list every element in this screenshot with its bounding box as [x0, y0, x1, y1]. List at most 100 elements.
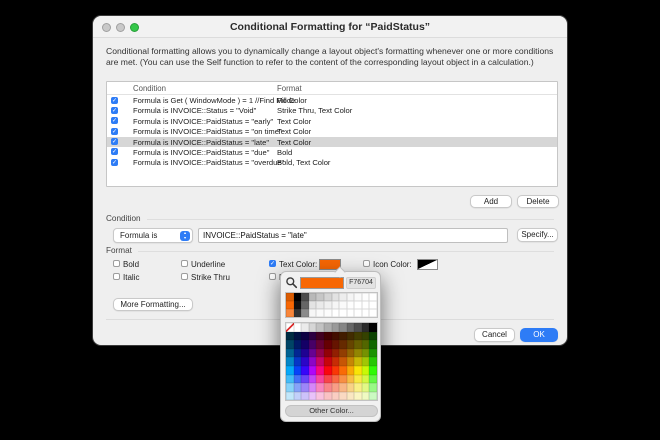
palette-color-cell[interactable]: [293, 293, 302, 301]
condition-row[interactable]: Formula is INVOICE::PaidStatus = "late" T…: [107, 136, 557, 147]
conditions-list[interactable]: Condition Format Formula is Get ( Window…: [106, 81, 558, 187]
palette-color-cell[interactable]: [286, 293, 294, 301]
palette-color-cell[interactable]: [346, 293, 355, 301]
palette-color-cell[interactable]: [369, 340, 377, 349]
checkbox-icon[interactable]: [363, 260, 370, 267]
palette-color-cell[interactable]: [323, 383, 332, 392]
condition-row[interactable]: Formula is INVOICE::PaidStatus = "due" Bo…: [107, 147, 557, 157]
palette-color-cell[interactable]: [331, 374, 340, 384]
palette-none-cell[interactable]: [286, 323, 294, 332]
palette-color-cell[interactable]: [323, 323, 332, 332]
palette-color-cell[interactable]: [301, 323, 309, 332]
palette-color-cell[interactable]: [331, 365, 340, 375]
palette-color-cell[interactable]: [339, 365, 347, 375]
palette-color-cell[interactable]: [323, 348, 332, 358]
palette-color-cell[interactable]: [293, 340, 302, 349]
palette-color-cell[interactable]: [286, 348, 294, 358]
palette-color-cell[interactable]: [369, 301, 377, 309]
palette-color-cell[interactable]: [293, 348, 302, 358]
palette-color-cell[interactable]: [316, 365, 324, 375]
palette-color-cell[interactable]: [308, 309, 317, 317]
condition-row[interactable]: Formula is Get ( WindowMode ) = 1 //Find…: [107, 95, 557, 105]
palette-color-cell[interactable]: [346, 374, 355, 384]
palette-color-cell[interactable]: [361, 383, 370, 392]
palette-color-cell[interactable]: [339, 391, 347, 401]
palette-color-cell[interactable]: [369, 357, 377, 366]
more-formatting-button[interactable]: More Formatting...: [113, 298, 193, 311]
palette-color-cell[interactable]: [331, 331, 340, 341]
palette-color-cell[interactable]: [323, 293, 332, 301]
palette-color-cell[interactable]: [339, 293, 347, 301]
palette-color-cell[interactable]: [346, 383, 355, 392]
palette-color-cell[interactable]: [331, 309, 340, 317]
palette-color-cell[interactable]: [286, 391, 294, 401]
palette-color-cell[interactable]: [361, 365, 370, 375]
palette-color-cell[interactable]: [323, 309, 332, 317]
palette-color-cell[interactable]: [361, 331, 370, 341]
palette-color-cell[interactable]: [286, 357, 294, 366]
icon-color-swatch[interactable]: [417, 259, 438, 270]
palette-color-cell[interactable]: [354, 293, 362, 301]
condition-row[interactable]: Formula is INVOICE::Status = "Void" Strik…: [107, 105, 557, 115]
row-enabled-checkbox[interactable]: [111, 138, 118, 146]
palette-color-cell[interactable]: [331, 357, 340, 366]
palette-color-cell[interactable]: [346, 331, 355, 341]
palette-color-cell[interactable]: [354, 365, 362, 375]
palette-color-cell[interactable]: [354, 357, 362, 366]
cancel-button[interactable]: Cancel: [474, 328, 515, 342]
palette-color-cell[interactable]: [346, 348, 355, 358]
palette-color-cell[interactable]: [308, 374, 317, 384]
palette-color-cell[interactable]: [369, 293, 377, 301]
checkbox-icon[interactable]: [269, 273, 276, 280]
palette-color-cell[interactable]: [361, 348, 370, 358]
checkbox-icon[interactable]: [113, 260, 120, 267]
palette-color-cell[interactable]: [354, 331, 362, 341]
palette-color-cell[interactable]: [286, 309, 294, 317]
palette-color-cell[interactable]: [346, 357, 355, 366]
row-enabled-checkbox[interactable]: [111, 96, 118, 105]
row-enabled-checkbox[interactable]: [111, 158, 118, 167]
condition-row[interactable]: Formula is INVOICE::PaidStatus = "early"…: [107, 116, 557, 126]
palette-color-cell[interactable]: [323, 340, 332, 349]
condition-type-select[interactable]: Formula is: [113, 228, 193, 243]
palette-color-cell[interactable]: [354, 374, 362, 384]
palette-color-cell[interactable]: [301, 331, 309, 341]
palette-color-cell[interactable]: [316, 340, 324, 349]
palette-color-cell[interactable]: [293, 383, 302, 392]
row-enabled-checkbox[interactable]: [111, 106, 118, 115]
palette-color-cell[interactable]: [316, 293, 324, 301]
palette-color-cell[interactable]: [361, 391, 370, 401]
palette-color-cell[interactable]: [369, 309, 377, 317]
palette-color-cell[interactable]: [361, 301, 370, 309]
checkbox-icon[interactable]: [113, 273, 120, 280]
palette-color-cell[interactable]: [308, 340, 317, 349]
formula-input[interactable]: [198, 228, 508, 243]
palette-color-cell[interactable]: [339, 323, 347, 332]
palette-color-cell[interactable]: [301, 293, 309, 301]
palette-color-cell[interactable]: [308, 293, 317, 301]
palette-color-cell[interactable]: [293, 309, 302, 317]
checkbox-icon[interactable]: [181, 273, 188, 280]
palette-color-cell[interactable]: [316, 301, 324, 309]
delete-button[interactable]: Delete: [517, 195, 559, 208]
palette-color-cell[interactable]: [301, 391, 309, 401]
palette-color-cell[interactable]: [346, 340, 355, 349]
palette-color-cell[interactable]: [323, 365, 332, 375]
palette-color-cell[interactable]: [308, 383, 317, 392]
palette-color-cell[interactable]: [354, 340, 362, 349]
palette-color-cell[interactable]: [354, 323, 362, 332]
palette-color-cell[interactable]: [293, 374, 302, 384]
palette-color-cell[interactable]: [361, 323, 370, 332]
palette-color-cell[interactable]: [369, 331, 377, 341]
palette-color-cell[interactable]: [301, 340, 309, 349]
palette-color-cell[interactable]: [293, 357, 302, 366]
palette-color-cell[interactable]: [346, 365, 355, 375]
palette-color-cell[interactable]: [331, 323, 340, 332]
ok-button[interactable]: OK: [520, 328, 558, 342]
palette-color-cell[interactable]: [316, 391, 324, 401]
palette-color-cell[interactable]: [331, 391, 340, 401]
palette-color-cell[interactable]: [316, 348, 324, 358]
palette-color-cell[interactable]: [323, 374, 332, 384]
palette-color-cell[interactable]: [293, 391, 302, 401]
palette-color-cell[interactable]: [301, 374, 309, 384]
